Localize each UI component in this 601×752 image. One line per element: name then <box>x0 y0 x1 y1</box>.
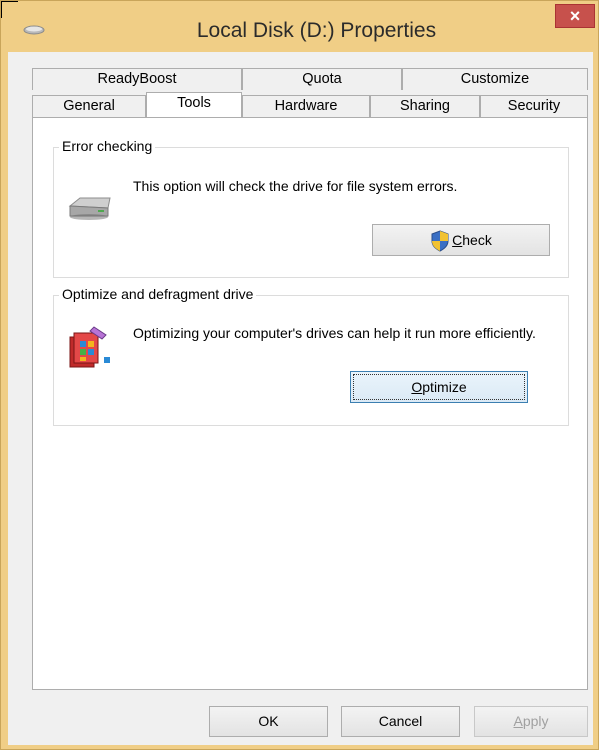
cancel-button[interactable]: Cancel <box>341 706 460 737</box>
focus-rectangle <box>353 374 525 400</box>
title-bar[interactable]: Local Disk (D:) Properties × <box>1 1 598 51</box>
tab-security[interactable]: Security <box>480 95 588 117</box>
apply-mnemonic: A <box>513 713 523 729</box>
ok-button[interactable]: OK <box>209 706 328 737</box>
optimize-button[interactable]: Optimize <box>350 371 528 403</box>
tab-customize[interactable]: Customize <box>402 68 588 90</box>
optimize-description: Optimizing your computer's drives can he… <box>133 325 536 341</box>
apply-button[interactable]: Apply <box>474 706 588 737</box>
hard-drive-icon <box>68 197 111 220</box>
tools-tab-panel: Error checking This option will check th… <box>32 117 588 690</box>
tab-quota[interactable]: Quota <box>242 68 402 90</box>
tab-tools[interactable]: Tools <box>146 92 242 117</box>
tab-general[interactable]: General <box>32 95 146 117</box>
optimize-label: Optimize and defragment drive <box>59 286 257 302</box>
window-title: Local Disk (D:) Properties <box>196 19 437 42</box>
dialog-client-area: ReadyBoost Quota Customize General Tools… <box>8 52 593 745</box>
optimize-group <box>53 295 569 426</box>
tab-sharing[interactable]: Sharing <box>370 95 480 117</box>
properties-window: Local Disk (D:) Properties × ReadyBoost … <box>0 0 599 750</box>
check-mnemonic: C <box>452 232 463 248</box>
error-checking-description: This option will check the drive for fil… <box>133 178 458 194</box>
error-checking-group <box>53 147 569 278</box>
defragment-icon <box>69 326 110 368</box>
tab-hardware[interactable]: Hardware <box>242 95 370 117</box>
check-label: heck <box>462 232 492 248</box>
tab-readyboost[interactable]: ReadyBoost <box>32 68 242 90</box>
check-button[interactable]: Check <box>372 224 550 256</box>
close-button[interactable]: × <box>555 4 595 28</box>
frame-corner <box>1 1 18 18</box>
uac-shield-icon <box>431 230 449 252</box>
error-checking-label: Error checking <box>59 138 156 154</box>
apply-label: pply <box>522 713 549 729</box>
